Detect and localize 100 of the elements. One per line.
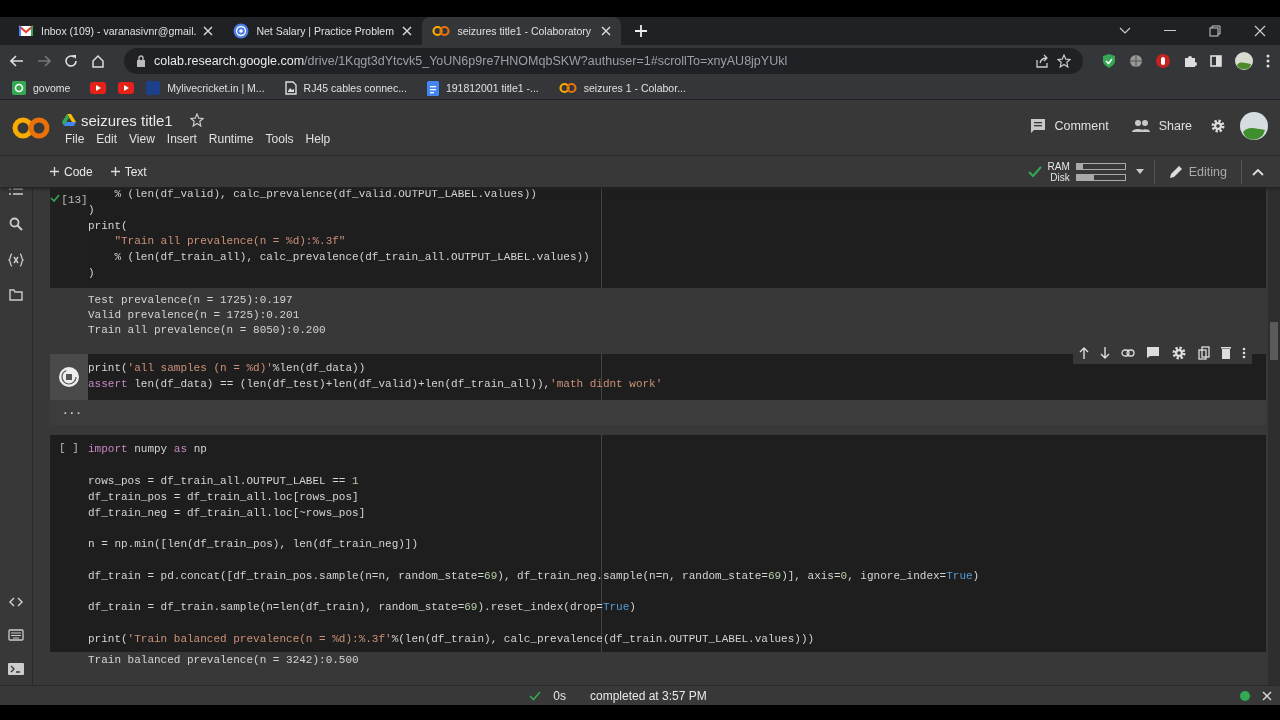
code-line: ) xyxy=(88,266,95,281)
dropdown-icon[interactable] xyxy=(1135,169,1144,174)
variables-icon[interactable] xyxy=(8,253,24,267)
notebook-title[interactable]: seizures title1 xyxy=(81,111,173,129)
mail-icon xyxy=(18,25,34,37)
code-editor[interactable]: print('all samples (n = %d)'%len(df_data)) assert len(df_data) == (len(df_test)+len(df_valid)+len(df_train_all)),'math didnt work' xyxy=(88,353,1266,401)
bookmark[interactable]: RJ45 cables connec... xyxy=(284,81,407,95)
menu-item[interactable]: Insert xyxy=(166,131,197,146)
star-icon[interactable] xyxy=(1057,54,1071,68)
close-icon[interactable] xyxy=(1262,690,1272,701)
minimize-icon[interactable] xyxy=(1164,30,1176,32)
restore-icon[interactable] xyxy=(1209,25,1221,37)
home-icon[interactable] xyxy=(91,54,105,68)
target-icon xyxy=(233,23,250,39)
comment-icon xyxy=(1030,117,1047,134)
tab-title: seizures title1 - Colaboratory xyxy=(457,25,593,37)
folder-icon[interactable] xyxy=(9,289,23,301)
menu-item[interactable]: Help xyxy=(305,131,331,146)
code-line: print('all samples (n = %d)'%len(df_data)) xyxy=(88,360,366,376)
bookmark-icon xyxy=(12,81,26,95)
run-button[interactable]: [ ] xyxy=(59,442,79,455)
mirror-cell-icon[interactable] xyxy=(1198,345,1210,360)
scrollbar-thumb[interactable] xyxy=(1270,322,1278,360)
chevron-down-icon[interactable] xyxy=(1119,27,1131,35)
settings-icon[interactable] xyxy=(1171,344,1187,361)
close-icon[interactable] xyxy=(601,26,612,36)
add-button[interactable]: Code xyxy=(46,162,97,181)
star-icon[interactable] xyxy=(189,113,204,127)
menu-item[interactable]: View xyxy=(129,131,155,146)
menu-item[interactable]: Edit xyxy=(96,131,118,146)
execution-time: 0s xyxy=(553,688,566,703)
video-icon[interactable] xyxy=(118,82,135,94)
terminal-icon[interactable] xyxy=(8,663,24,675)
code-line: ) xyxy=(88,202,95,218)
code-line: % (len(df_train_all), calc_prevalence(df_train_all.OUTPUT_LABEL.values)) xyxy=(113,250,590,266)
add-button[interactable]: Text xyxy=(106,162,151,181)
code-icon[interactable] xyxy=(9,597,23,607)
browser-tab[interactable]: Net Salary | Practice Problem xyxy=(223,17,423,45)
lock-icon xyxy=(136,55,146,67)
globe-icon[interactable] xyxy=(1129,54,1143,68)
rings-icon xyxy=(432,25,451,37)
settings-icon[interactable] xyxy=(1210,117,1226,134)
forward-icon[interactable] xyxy=(37,55,51,67)
share-button[interactable]: Share xyxy=(1126,116,1196,135)
pencil-icon xyxy=(1168,164,1183,179)
browser-tab[interactable]: seizures title1 - Colaboratory xyxy=(422,17,622,45)
puzzle-icon[interactable] xyxy=(1183,54,1197,68)
output-line: ... xyxy=(62,404,82,420)
link-icon[interactable] xyxy=(1121,348,1135,357)
avatar[interactable] xyxy=(1235,52,1253,70)
rings-icon xyxy=(558,82,577,94)
share-icon[interactable] xyxy=(1035,54,1049,68)
output-line: Train balanced prevalence(n = 3242):0.500 xyxy=(88,652,359,668)
collapse-icon[interactable] xyxy=(1252,167,1264,176)
menu-item[interactable]: Runtime xyxy=(208,131,254,146)
close-icon[interactable] xyxy=(203,26,214,36)
resources-indicator[interactable]: RAM Disk xyxy=(1027,160,1126,183)
sidebar-icon[interactable] xyxy=(1210,55,1222,67)
status-message: completed at 3:57 PM xyxy=(590,688,707,703)
drive-icon xyxy=(62,114,76,126)
code-line: % (len(df_valid), calc_prevalence(df_valid.OUTPUT_LABEL.values)) xyxy=(113,187,537,202)
code-line: print( xyxy=(88,218,128,234)
bookmark[interactable]: govome xyxy=(12,81,71,95)
bookmark[interactable]: Mylivecricket.in | M... xyxy=(146,81,265,95)
delete-icon[interactable] xyxy=(1221,346,1231,360)
shield-icon[interactable] xyxy=(1102,53,1116,69)
search-icon[interactable] xyxy=(9,217,23,231)
comment-button[interactable]: Comment xyxy=(1026,115,1113,136)
code-editor[interactable]: % (len(df_valid), calc_prevalence(df_valid.OUTPUT_LABEL.values)) ) print( "Train all prevalence(n = %d):%.3f" % (len(df_train_all), calc_prevalence(df_train_all.OUTPUT_LABEL.values)) ) xyxy=(88,187,1266,288)
close-icon[interactable] xyxy=(1254,25,1266,37)
menu-item[interactable]: Tools xyxy=(265,131,294,146)
video-icon[interactable] xyxy=(90,82,107,94)
arrow-down-icon[interactable] xyxy=(1100,346,1110,359)
more-icon[interactable] xyxy=(1242,346,1246,359)
check-icon xyxy=(1027,165,1042,178)
arrow-up-icon[interactable] xyxy=(1079,346,1089,359)
address-field[interactable]: colab.research.google.com/drive/1Kqgt3dYtcvk5_YoUN6p9re7HNOMqbSKW?authuser=1#scrollTo=xnyAU8jpYUkl xyxy=(124,48,1083,74)
menu-item[interactable]: File xyxy=(65,131,85,146)
code-line: import numpy as np xyxy=(88,442,207,458)
bookmark[interactable]: 191812001 title1 -... xyxy=(426,80,539,96)
connected-icon xyxy=(1240,690,1250,701)
code-editor[interactable] xyxy=(88,435,1266,652)
output-line: Test prevalence(n = 1725):0.197 xyxy=(88,292,293,308)
colab-logo[interactable] xyxy=(12,115,50,140)
comment-icon[interactable] xyxy=(1146,346,1160,360)
close-icon[interactable] xyxy=(402,26,413,36)
more-icon[interactable] xyxy=(1266,54,1270,68)
avatar[interactable] xyxy=(1240,111,1268,140)
editing-button[interactable]: Editing xyxy=(1164,162,1231,181)
reload-icon[interactable] xyxy=(64,54,78,68)
check-icon xyxy=(529,690,542,701)
browser-tab[interactable]: Inbox (109) - varanasivnr@gmail. xyxy=(8,17,224,45)
meter-label: Disk xyxy=(1049,171,1070,183)
plus-icon xyxy=(50,167,59,176)
code-line: rows_pos = df_train_all.OUTPUT_LABEL == 1 xyxy=(88,473,359,489)
back-icon[interactable] xyxy=(10,55,24,67)
stop-button[interactable] xyxy=(58,366,80,389)
keyboard-icon[interactable] xyxy=(8,629,24,641)
output-line: Train all prevalence(n = 8050):0.200 xyxy=(88,322,326,338)
bookmark[interactable]: seizures 1 - Colabor... xyxy=(558,82,686,94)
